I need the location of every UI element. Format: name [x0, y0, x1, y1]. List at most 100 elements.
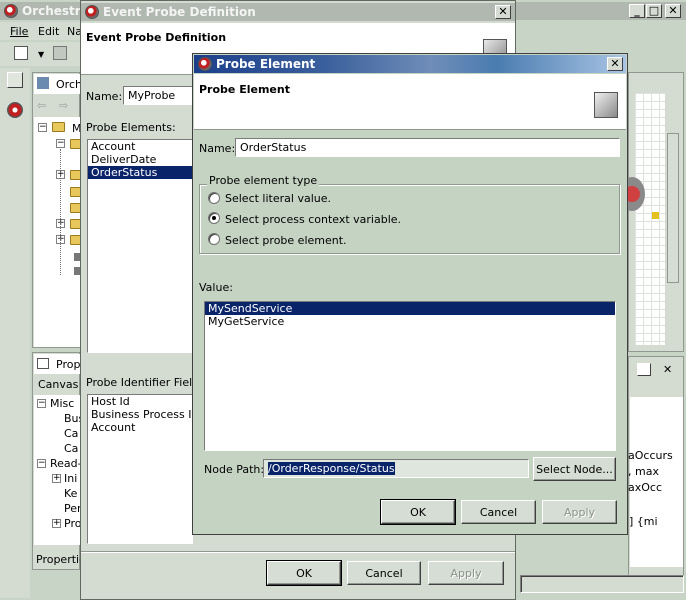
event-probe-titlebar: Event Probe Definition	[81, 3, 515, 21]
value-label: Value:	[199, 281, 233, 294]
properties-footer-tab[interactable]: Propertie	[36, 553, 86, 566]
toolbar: ▼	[0, 42, 80, 66]
event-probe-apply-button[interactable]: Apply	[428, 561, 504, 585]
outline-text: , max	[628, 465, 659, 478]
probe-element-close-button[interactable]: ✕	[607, 57, 623, 71]
radio-probe-label[interactable]: Select probe element.	[225, 234, 347, 247]
identifier-item[interactable]: Business Process Inst	[88, 408, 192, 421]
node-path-label: Node Path:	[204, 463, 265, 476]
dialog-icon	[85, 5, 99, 19]
scrollbar-thumb[interactable]	[667, 133, 679, 283]
save-icon[interactable]	[53, 46, 67, 60]
outline-text: axOcc	[628, 481, 663, 494]
radio-literal-label[interactable]: Select literal value.	[225, 192, 331, 205]
canvas-grid	[635, 93, 665, 345]
navigator-view: Orch ⇦ ⇨ − M − + + +	[32, 72, 83, 348]
app-icon	[4, 4, 18, 18]
canvas-tab[interactable]: Canvas	[38, 378, 78, 391]
editor-area	[619, 72, 684, 352]
identifier-item[interactable]: Account	[88, 421, 192, 434]
probe-element-cancel-button[interactable]: Cancel	[461, 500, 536, 524]
prop-row: Ini	[64, 472, 78, 485]
select-node-button[interactable]: Select Node...	[533, 457, 616, 481]
menu-bar: File Edit Na	[0, 22, 82, 40]
view-menu-icon[interactable]	[637, 363, 651, 376]
event-probe-cancel-button[interactable]: Cancel	[347, 561, 421, 585]
radio-probe-element[interactable]	[208, 233, 220, 245]
probe-element-heading: Probe Element	[199, 83, 290, 96]
navigator-view-icon	[37, 77, 49, 89]
menu-edit[interactable]: Edit	[38, 25, 59, 38]
probe-element-item[interactable]: Account	[88, 140, 192, 153]
probe-identifier-list[interactable]: Host Id Business Process Inst Account	[87, 394, 193, 544]
element-name-field[interactable]: OrderStatus	[235, 138, 620, 157]
expand-toggle[interactable]: +	[52, 519, 61, 528]
navigator-tab-label[interactable]: Orch	[56, 78, 82, 91]
probe-element-wizard-icon	[594, 92, 618, 118]
radio-literal-value[interactable]	[208, 192, 220, 204]
connector-handle[interactable]	[652, 212, 659, 219]
orchestra-perspective-icon[interactable]	[7, 102, 23, 118]
probe-element-titlebar: Probe Element	[194, 55, 626, 73]
main-window-title: Orchestra	[22, 4, 89, 18]
probe-element-header: Probe Element	[194, 74, 626, 130]
close-view-icon[interactable]: ✕	[663, 363, 672, 376]
navigator-tree: − M − + + +	[34, 117, 83, 347]
probe-element-item[interactable]: DeliverDate	[88, 153, 192, 166]
prop-category: Read-	[50, 457, 82, 470]
prop-row: Ca	[64, 427, 79, 440]
minimize-button[interactable]: _	[629, 4, 645, 18]
probe-name-label: Name:	[86, 90, 123, 103]
probe-element-type-legend: Probe element type	[207, 174, 320, 187]
probe-element-dialog: Probe Element ✕ Probe Element Name: Orde…	[192, 53, 628, 535]
outline-text: aOccurs	[628, 449, 673, 462]
close-button[interactable]: ✕	[665, 4, 681, 18]
event-probe-close-button[interactable]: ✕	[495, 5, 511, 19]
status-bar-field	[520, 575, 684, 593]
property-sheet: − Misc Bus Ca Ca − Read- + Ini Ke Per + …	[34, 395, 84, 545]
dropdown-arrow-icon[interactable]: ▼	[38, 50, 44, 59]
element-name-label: Name:	[199, 142, 236, 155]
node-path-value: /OrderResponse/Status	[268, 462, 395, 475]
expand-toggle[interactable]: −	[37, 459, 46, 468]
event-probe-ok-button[interactable]: OK	[266, 560, 342, 586]
value-item[interactable]: MyGetService	[205, 315, 615, 328]
probe-element-ok-button[interactable]: OK	[380, 499, 456, 525]
properties-view: Prop Canvas − Misc Bus Ca Ca − Read- + I…	[32, 352, 86, 570]
prop-row: Ca	[64, 442, 79, 455]
prop-row: Ke	[64, 487, 78, 500]
radio-context-label[interactable]: Select process context variable.	[225, 213, 401, 226]
probe-name-field[interactable]: MyProbe	[123, 86, 193, 105]
event-probe-title: Event Probe Definition	[103, 5, 256, 19]
node-path-field[interactable]: /OrderResponse/Status	[263, 459, 529, 478]
menu-file[interactable]: File	[10, 25, 28, 38]
probe-elements-label: Probe Elements:	[86, 121, 176, 134]
probe-elements-list[interactable]: Account DeliverDate OrderStatus	[87, 139, 193, 353]
properties-tab-label[interactable]: Prop	[56, 358, 80, 371]
probe-element-title: Probe Element	[216, 57, 316, 71]
perspective-bar	[0, 68, 30, 598]
expand-toggle[interactable]: −	[56, 139, 65, 148]
maximize-button[interactable]: □	[646, 4, 662, 18]
outline-view: ✕ aOccurs , max axOcc g] {mi	[622, 356, 684, 576]
separator	[81, 551, 515, 553]
value-item-selected[interactable]: MySendService	[205, 302, 615, 315]
back-arrow-icon[interactable]: ⇦	[37, 99, 46, 112]
prop-row: Per	[64, 502, 82, 515]
dialog-icon	[198, 57, 212, 71]
probe-element-item-selected[interactable]: OrderStatus	[88, 166, 192, 179]
new-icon[interactable]	[14, 46, 28, 60]
expand-toggle[interactable]: −	[37, 399, 46, 408]
value-list[interactable]: MySendService MyGetService	[204, 301, 616, 451]
prop-category: Misc	[50, 397, 75, 410]
forward-arrow-icon[interactable]: ⇨	[59, 99, 68, 112]
properties-view-icon	[37, 358, 49, 369]
perspective-icon[interactable]	[7, 72, 23, 88]
identifier-item[interactable]: Host Id	[88, 395, 192, 408]
radio-context-variable[interactable]	[208, 212, 220, 224]
expand-toggle[interactable]: +	[52, 474, 61, 483]
event-probe-heading: Event Probe Definition	[86, 31, 227, 44]
probe-element-apply-button[interactable]: Apply	[542, 500, 617, 524]
expand-toggle[interactable]: −	[38, 123, 47, 132]
folder-icon	[52, 122, 65, 132]
